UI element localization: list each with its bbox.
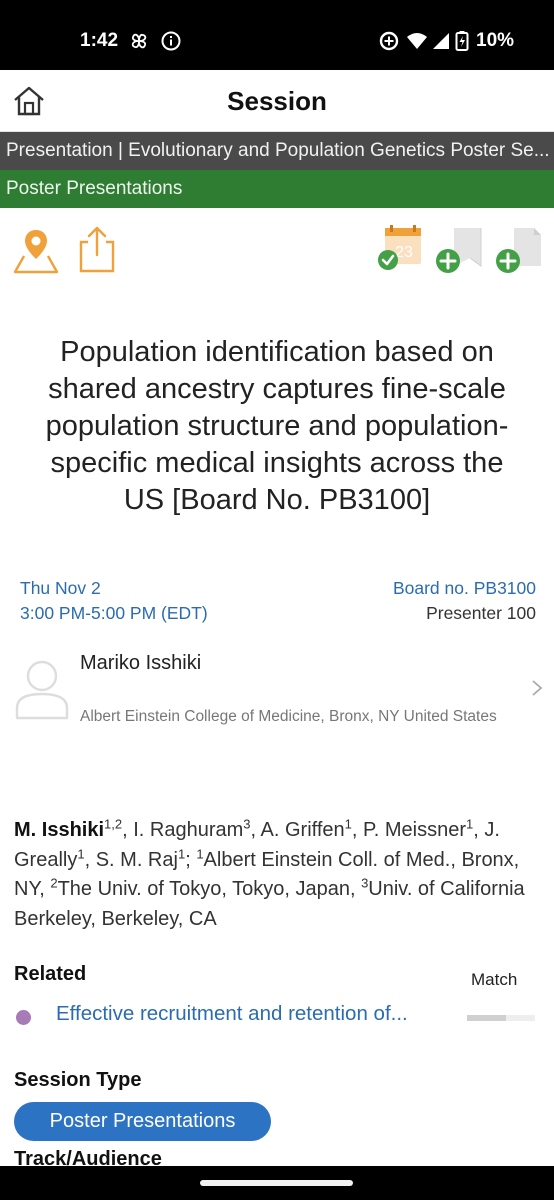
breadcrumb[interactable]: Presentation | Evolutionary and Populati… <box>0 132 554 170</box>
avatar-placeholder-icon <box>15 660 69 720</box>
chevron-right-icon <box>532 680 543 696</box>
battery-icon <box>455 31 469 51</box>
author-name: M. Isshiki <box>14 819 105 841</box>
status-time: 1:42 <box>80 30 119 51</box>
session-type-heading: Session Type <box>14 1069 142 1091</box>
status-bar: 1:42 10% <box>0 0 554 70</box>
author-name: , I. Raghuram <box>122 819 244 841</box>
bookmark-add-icon[interactable] <box>432 226 484 274</box>
pinwheel-icon <box>131 33 147 49</box>
author-name: , A. Griffen <box>250 819 345 841</box>
institution: The Univ. of Tokyo, Tokyo, Japan, <box>57 878 362 900</box>
info-icon <box>161 31 181 51</box>
page-title: Session <box>227 86 327 116</box>
match-bar <box>467 1015 535 1021</box>
author-name: , S. M. Raj <box>84 848 178 871</box>
related-item-link[interactable]: Effective recruitment and retention of..… <box>56 1002 440 1026</box>
map-pin-icon[interactable] <box>12 226 60 274</box>
data-saver-icon <box>379 31 399 51</box>
app-header: Session <box>0 70 554 132</box>
author-list: M. Isshiki1,2, I. Raghuram3, A. Griffen1… <box>14 816 525 930</box>
presentation-title: Population identification based on share… <box>45 336 509 516</box>
board-number[interactable]: Board no. PB3100 <box>393 576 536 601</box>
session-time[interactable]: 3:00 PM-5:00 PM (EDT) <box>20 601 208 626</box>
home-gesture-handle[interactable] <box>200 1180 353 1186</box>
board-info: Board no. PB3100 Presenter 100 <box>393 576 536 626</box>
share-icon[interactable] <box>78 224 116 274</box>
related-heading: Related <box>14 963 87 985</box>
related-topic-dot <box>16 1010 31 1025</box>
match-bar-fill <box>467 1015 507 1021</box>
calendar-added-icon[interactable]: 23 <box>378 224 424 272</box>
wifi-icon <box>407 33 427 49</box>
session-date[interactable]: Thu Nov 2 <box>20 576 208 601</box>
session-type-button[interactable]: Poster Presentations <box>14 1102 271 1141</box>
schedule: Thu Nov 2 3:00 PM-5:00 PM (EDT) <box>20 576 208 626</box>
presenter-affiliation: Albert Einstein College of Medicine, Bro… <box>80 708 497 725</box>
match-heading: Match <box>471 970 518 989</box>
presenter-number: Presenter 100 <box>426 603 536 623</box>
category-bar[interactable]: Poster Presentations <box>0 170 554 208</box>
presenter-name: Mariko Isshiki <box>80 652 202 674</box>
signal-icon <box>433 33 449 49</box>
author-name: , P. Meissner <box>351 819 466 841</box>
note-add-icon[interactable] <box>492 226 544 274</box>
battery-percent: 10% <box>476 30 515 51</box>
presenter-row[interactable]: Mariko Isshiki Albert Einstein College o… <box>0 640 554 740</box>
